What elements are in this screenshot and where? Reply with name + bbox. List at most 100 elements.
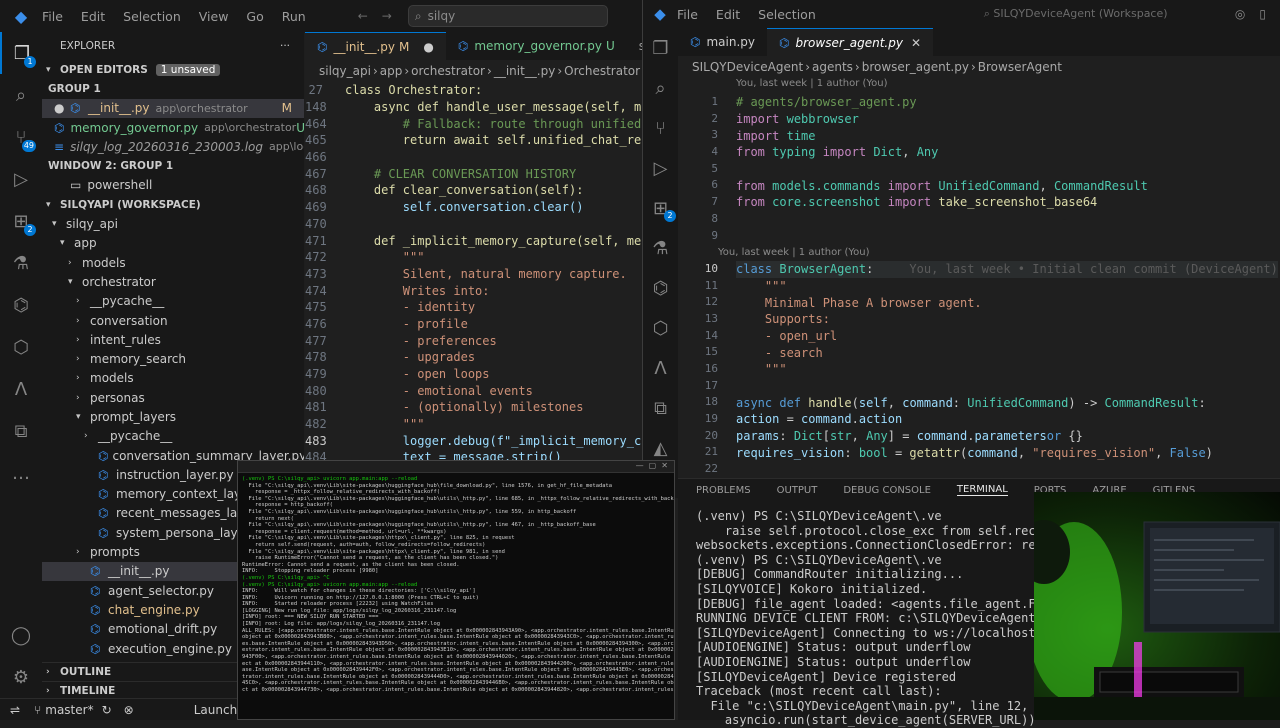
floating-terminal-window[interactable]: — ▢ ✕ (.venv) PS C:\silqy_api> uvicorn a… — [237, 460, 675, 720]
testing-icon[interactable]: ⚗ — [643, 228, 678, 268]
layout-icon[interactable]: ▯ — [1259, 7, 1266, 21]
tree-folder[interactable]: ›__pycache__ — [42, 427, 304, 446]
menu-edit[interactable]: Edit — [81, 9, 105, 24]
unsaved-dot-icon[interactable]: ● — [423, 40, 433, 54]
sync-icon[interactable]: ↻ — [102, 703, 112, 717]
tree-folder[interactable]: ▾prompt_layers — [42, 407, 304, 426]
workspace-header[interactable]: ▾SILQYAPI (WORKSPACE) — [42, 195, 304, 214]
floating-terminal-titlebar[interactable]: — ▢ ✕ — [238, 461, 674, 473]
more-icon[interactable]: … — [0, 452, 42, 494]
breadcrumb-item[interactable]: BrowserAgent — [978, 60, 1062, 74]
copilot-icon[interactable]: ◎ — [1235, 7, 1245, 21]
code-line[interactable]: 477 - preferences — [305, 332, 642, 349]
remote-icon[interactable]: ⧉ — [643, 388, 678, 428]
explorer-icon[interactable]: ❐ — [643, 28, 678, 68]
azure-icon[interactable]: Ʌ — [643, 348, 678, 388]
code-line[interactable]: 473 Silent, natural memory capture. — [305, 266, 642, 283]
tree-folder[interactable]: ›personas — [42, 388, 304, 407]
breadcrumb-item[interactable]: __init__.py — [494, 64, 556, 78]
tree-folder[interactable]: ›intent_rules — [42, 330, 304, 349]
tab-init-py[interactable]: ⌬__init__.pyM● — [305, 32, 446, 60]
breadcrumb-item[interactable]: silqy_api — [319, 64, 371, 78]
code-line[interactable]: 27class Orchestrator: — [305, 82, 642, 99]
open-editor-item[interactable]: ●⌬__init__.pyapp\orchestratorM — [42, 99, 304, 118]
code-line[interactable]: 478 - upgrades — [305, 349, 642, 366]
breadcrumb-item[interactable]: Orchestrator — [564, 64, 640, 78]
tree-folder[interactable]: ›memory_search — [42, 349, 304, 368]
extensions-icon[interactable]: ⊞2 — [643, 188, 678, 228]
back-arrow-icon[interactable]: ← — [358, 9, 368, 23]
code-line[interactable]: 474 Writes into: — [305, 282, 642, 299]
azure-icon[interactable]: Ʌ — [0, 368, 42, 410]
run-debug-icon[interactable]: ▷ — [0, 158, 42, 200]
open-editor-item[interactable]: ≡silqy_log_20260316_230003.logapp\logs — [42, 137, 304, 156]
more-actions-icon[interactable]: ··· — [280, 40, 290, 52]
run-debug-icon[interactable]: ▷ — [643, 148, 678, 188]
code-line[interactable]: 475 - identity — [305, 299, 642, 316]
search-icon[interactable]: ⌕ — [0, 74, 42, 116]
tab-debug-console[interactable]: DEBUG CONSOLE — [843, 485, 931, 496]
code-line[interactable]: 467 # CLEAR CONVERSATION HISTORY — [305, 165, 642, 182]
accounts-icon[interactable]: ◯ — [0, 614, 42, 656]
code-line[interactable]: 482 """ — [305, 416, 642, 433]
tab-memory-governor[interactable]: ⌬memory_governor.pyU — [446, 32, 627, 60]
code-line[interactable]: 148 async def handle_user_message(self, … — [305, 99, 642, 116]
code-line[interactable]: 469 self.conversation.clear() — [305, 199, 642, 216]
python-icon[interactable]: ⌬ — [643, 268, 678, 308]
code-line[interactable]: 465 return await self.unified_chat_re — [305, 132, 642, 149]
code-line[interactable]: 471 def _implicit_memory_capture(self, m… — [305, 232, 642, 249]
tab-silq[interactable]: silq — [627, 32, 642, 60]
menu-file[interactable]: File — [42, 9, 63, 24]
branch-name[interactable]: master* — [45, 703, 93, 717]
tree-folder[interactable]: ›__pycache__ — [42, 292, 304, 311]
menu-file[interactable]: File — [677, 7, 698, 22]
tree-folder[interactable]: ▾app — [42, 234, 304, 253]
source-control-icon[interactable]: ⑂49 — [0, 116, 42, 158]
code-line[interactable]: 468 def clear_conversation(self): — [305, 182, 642, 199]
python-icon[interactable]: ⌬ — [0, 284, 42, 326]
code-line[interactable]: 476 - profile — [305, 316, 642, 333]
breadcrumb-item[interactable]: browser_agent.py — [862, 60, 969, 74]
tab-browser-agent[interactable]: ⌬browser_agent.py✕ — [767, 28, 933, 56]
tab-problems[interactable]: PROBLEMS — [696, 485, 751, 496]
code-line[interactable]: 481 - (optionally) milestones — [305, 399, 642, 416]
code-line[interactable]: 464 # Fallback: route through unified — [305, 115, 642, 132]
testing-icon[interactable]: ⚗ — [0, 242, 42, 284]
code-line[interactable]: 466 — [305, 149, 642, 166]
menu-edit[interactable]: Edit — [716, 7, 740, 22]
breadcrumb-item[interactable]: app — [380, 64, 403, 78]
forward-arrow-icon[interactable]: → — [382, 9, 392, 23]
tab-output[interactable]: OUTPUT — [777, 485, 818, 496]
containers-icon[interactable]: ⬡ — [643, 308, 678, 348]
errors-icon[interactable]: ⊗ — [124, 703, 134, 717]
codelens-blame-2[interactable]: You, last week | 1 author (You) — [718, 244, 1278, 261]
code-line[interactable]: 483 logger.debug(f"_implicit_memory_c — [305, 432, 642, 449]
right-command-center[interactable]: ⌕ SILQYDeviceAgent (Workspace) — [984, 7, 1168, 21]
explorer-icon[interactable]: ❐1 — [0, 32, 42, 74]
window-controls-icon[interactable]: — ▢ ✕ — [636, 461, 668, 470]
remote-icon[interactable]: ⧉ — [0, 410, 42, 452]
code-line[interactable]: 479 - open loops — [305, 366, 642, 383]
open-editors-header[interactable]: ▾OPEN EDITORS1 unsaved — [42, 60, 304, 79]
tab-main-py[interactable]: ⌬main.py — [678, 28, 767, 56]
code-line[interactable]: 472 """ — [305, 249, 642, 266]
tree-folder[interactable]: ▾silqy_api — [42, 214, 304, 233]
code-line[interactable]: 470 — [305, 216, 642, 233]
breadcrumb-item[interactable]: orchestrator — [411, 64, 485, 78]
code-line[interactable]: 480 - emotional events — [305, 382, 642, 399]
menu-view[interactable]: View — [199, 9, 229, 24]
tab-terminal[interactable]: TERMINAL — [957, 484, 1008, 496]
codelens-blame[interactable]: You, last week | 1 author (You) — [678, 78, 1280, 94]
tree-folder[interactable]: ›conversation — [42, 311, 304, 330]
menu-go[interactable]: Go — [246, 9, 263, 24]
open-editor-item[interactable]: ⌬memory_governor.pyapp\orchestratorU — [42, 118, 304, 137]
command-center-search[interactable]: ⌕silqy — [408, 5, 608, 27]
breadcrumb-item[interactable]: agents — [812, 60, 853, 74]
menu-selection[interactable]: Selection — [758, 7, 816, 22]
remote-indicator-icon[interactable]: ⇌ — [10, 703, 20, 717]
tree-folder[interactable]: ›models — [42, 253, 304, 272]
search-icon[interactable]: ⌕ — [643, 68, 678, 108]
menu-run[interactable]: Run — [282, 9, 306, 24]
tree-folder[interactable]: ▾orchestrator — [42, 272, 304, 291]
containers-icon[interactable]: ⬡ — [0, 326, 42, 368]
